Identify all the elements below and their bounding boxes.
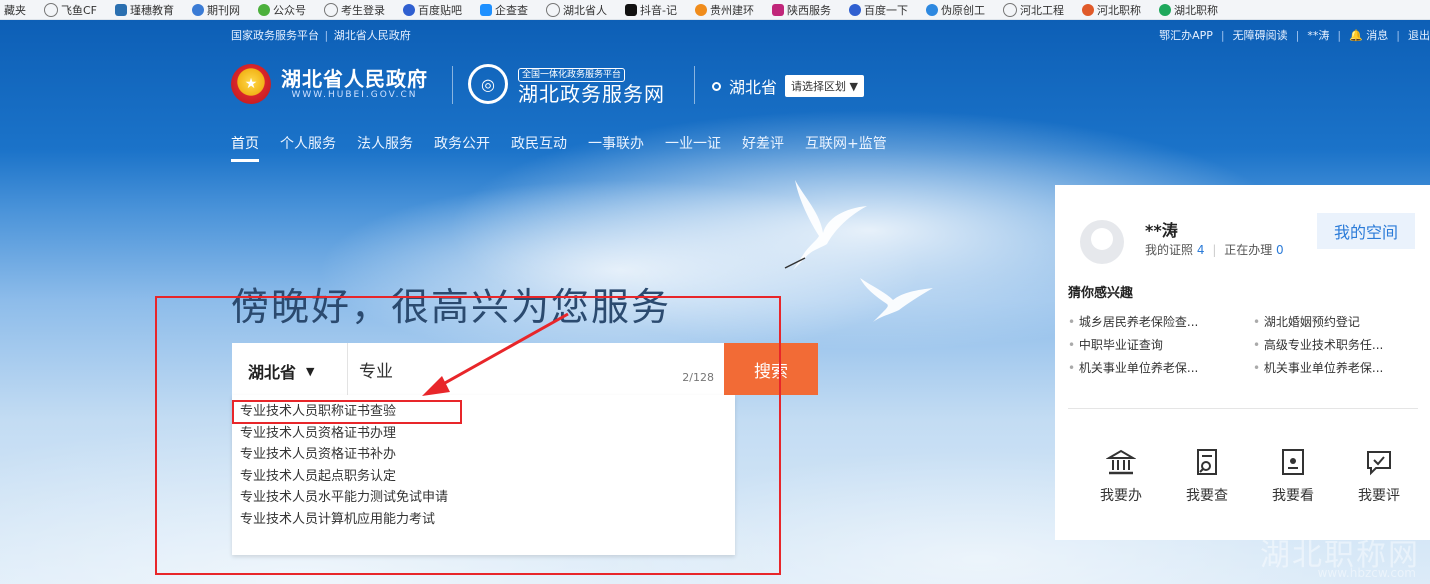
document-view-icon [1282,449,1304,475]
user-name: **涛 [1145,221,1178,240]
panel-divider [1068,408,1418,409]
my-space-button[interactable]: 我的空间 [1317,213,1415,249]
comment-check-icon [1367,451,1391,476]
interest-item[interactable]: 机关事业单位养老保... [1068,359,1253,376]
interest-item[interactable]: 中职毕业证查询 [1068,336,1253,353]
interest-list: 城乡居民养老保险查... 湖北婚姻预约登记 中职毕业证查询 高级专业技术职务任.… [1068,313,1418,376]
document-search-icon [1197,449,1217,475]
interest-item[interactable]: 湖北婚姻预约登记 [1253,313,1418,330]
action-rate[interactable]: 我要评 [1353,447,1405,505]
interest-item[interactable]: 高级专业技术职务任... [1253,336,1418,353]
interest-item[interactable]: 机关事业单位养老保... [1253,359,1418,376]
action-handle[interactable]: 我要办 [1095,447,1147,505]
interest-title: 猜你感兴趣 [1068,286,1134,301]
user-panel: **涛 我的证照 4 | 正在办理 0 我的空间 猜你感兴趣 城乡居民养老保险查… [1055,185,1430,540]
government-building-icon [1106,449,1136,475]
action-view[interactable]: 我要看 [1267,447,1319,505]
license-link[interactable]: 我的证照 4 [1145,243,1204,257]
processing-link[interactable]: 正在办理 0 [1224,243,1283,257]
avatar[interactable] [1080,220,1124,264]
separator: | [1212,243,1217,257]
watermark-url: www.hbzcw.com [1317,566,1416,580]
interest-item[interactable]: 城乡居民养老保险查... [1068,313,1253,330]
quick-actions: 我要办 我要查 我要看 我要评 [1095,447,1405,505]
action-query[interactable]: 我要查 [1181,447,1233,505]
user-stats: 我的证照 4 | 正在办理 0 [1145,241,1284,258]
